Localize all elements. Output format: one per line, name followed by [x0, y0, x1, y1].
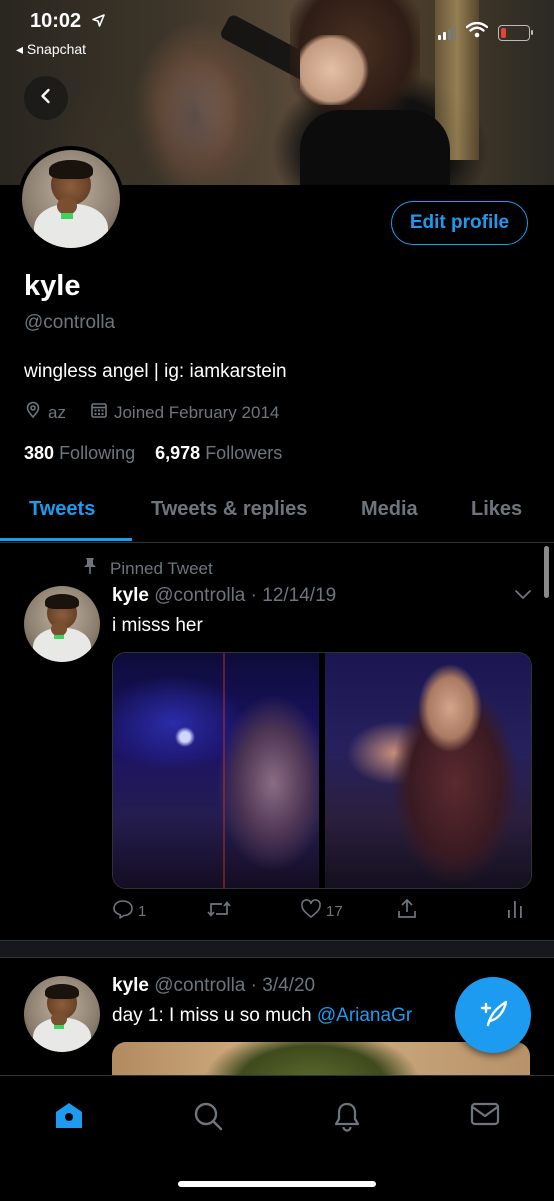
location-pin-icon: [24, 401, 42, 424]
profile-handle: @controlla: [24, 312, 116, 333]
tweet-mention-link[interactable]: @ArianaGr: [317, 1005, 412, 1026]
back-button[interactable]: [24, 76, 68, 120]
tweet-date: · 12/14/19: [250, 585, 337, 606]
status-bar: 10:02 ◂ Snapchat: [0, 0, 554, 60]
profile-name: kyle: [24, 270, 81, 302]
following-count: 380: [24, 443, 55, 463]
profile-location: az: [48, 402, 66, 422]
profile-joined: Joined February 2014: [113, 402, 280, 422]
tab-media[interactable]: Media: [361, 498, 418, 521]
signal-icon: [438, 25, 456, 40]
wifi-icon: [465, 21, 489, 43]
analytics-icon: [506, 898, 524, 924]
active-tab-indicator: [0, 538, 132, 541]
tweet-photo[interactable]: [325, 653, 531, 888]
mail-icon[interactable]: [469, 1100, 501, 1133]
tab-tweets[interactable]: Tweets: [29, 498, 95, 521]
reply-button[interactable]: 1: [112, 898, 146, 924]
reply-icon: [112, 898, 134, 924]
analytics-button[interactable]: [506, 898, 524, 924]
tweet-header: kyle @controlla · 3/4/20: [112, 975, 315, 997]
retweet-button[interactable]: [206, 898, 232, 924]
tab-tweets-replies[interactable]: Tweets & replies: [151, 498, 307, 521]
tweet-text: i misss her: [112, 615, 203, 636]
share-button[interactable]: [396, 898, 418, 924]
tweet-media[interactable]: [112, 652, 532, 889]
following-label: Following: [59, 443, 136, 463]
retweet-icon: [206, 898, 232, 924]
following-link[interactable]: 380 Following: [24, 443, 135, 463]
tweet-body: day 1: I miss u so much: [112, 1005, 317, 1026]
like-count: 17: [326, 902, 343, 920]
pinned-tweet-label: Pinned Tweet: [82, 557, 213, 580]
pin-icon: [82, 557, 98, 580]
follow-stats: 380 Following 6,978 Followers: [24, 443, 282, 464]
battery-icon: [498, 24, 533, 41]
chevron-down-icon[interactable]: [514, 588, 532, 606]
tweet-header: kyle @controlla · 12/14/19: [112, 585, 336, 607]
pinned-label: Pinned Tweet: [110, 558, 213, 578]
tweet-divider: [0, 940, 554, 958]
tweet-author-name[interactable]: kyle: [112, 585, 149, 606]
profile-meta: az Joined February 2014: [24, 401, 279, 424]
tweet-author-name[interactable]: kyle: [112, 975, 149, 996]
followers-count: 6,978: [155, 443, 201, 463]
tab-likes[interactable]: Likes: [471, 498, 522, 521]
share-icon: [396, 898, 418, 924]
tweet-avatar[interactable]: [24, 976, 100, 1052]
tweet-author-handle: @controlla: [154, 975, 246, 996]
profile-avatar[interactable]: [18, 146, 124, 252]
heart-icon: [300, 898, 322, 924]
status-indicators: [438, 21, 533, 43]
scrollbar[interactable]: [544, 546, 549, 598]
compose-tweet-button[interactable]: [455, 977, 531, 1053]
like-button[interactable]: 17: [300, 898, 343, 924]
profile-bio: wingless angel | ig: iamkarstein: [24, 361, 287, 382]
search-icon[interactable]: [192, 1100, 224, 1137]
back-to-app-link[interactable]: ◂ Snapchat: [16, 41, 86, 58]
tweet-avatar[interactable]: [24, 586, 100, 662]
tweet-actions: 1 17: [112, 898, 532, 928]
compose-tweet-icon: [476, 996, 510, 1035]
tweet-photo[interactable]: [113, 653, 319, 888]
home-indicator: [178, 1181, 376, 1187]
chevron-left-icon: [37, 87, 55, 110]
bell-icon[interactable]: [331, 1100, 363, 1137]
status-time: 10:02: [30, 10, 82, 32]
home-icon[interactable]: [53, 1100, 85, 1135]
followers-link[interactable]: 6,978 Followers: [155, 443, 282, 463]
followers-label: Followers: [205, 443, 283, 463]
tweet-author-handle: @controlla: [154, 585, 246, 606]
reply-count: 1: [138, 902, 147, 920]
tweet-date: · 3/4/20: [250, 975, 316, 996]
location-arrow-icon: [92, 14, 105, 30]
edit-profile-button[interactable]: Edit profile: [391, 201, 528, 245]
profile-tabs: Tweets Tweets & replies Media Likes: [0, 482, 554, 543]
calendar-icon: [90, 401, 108, 424]
